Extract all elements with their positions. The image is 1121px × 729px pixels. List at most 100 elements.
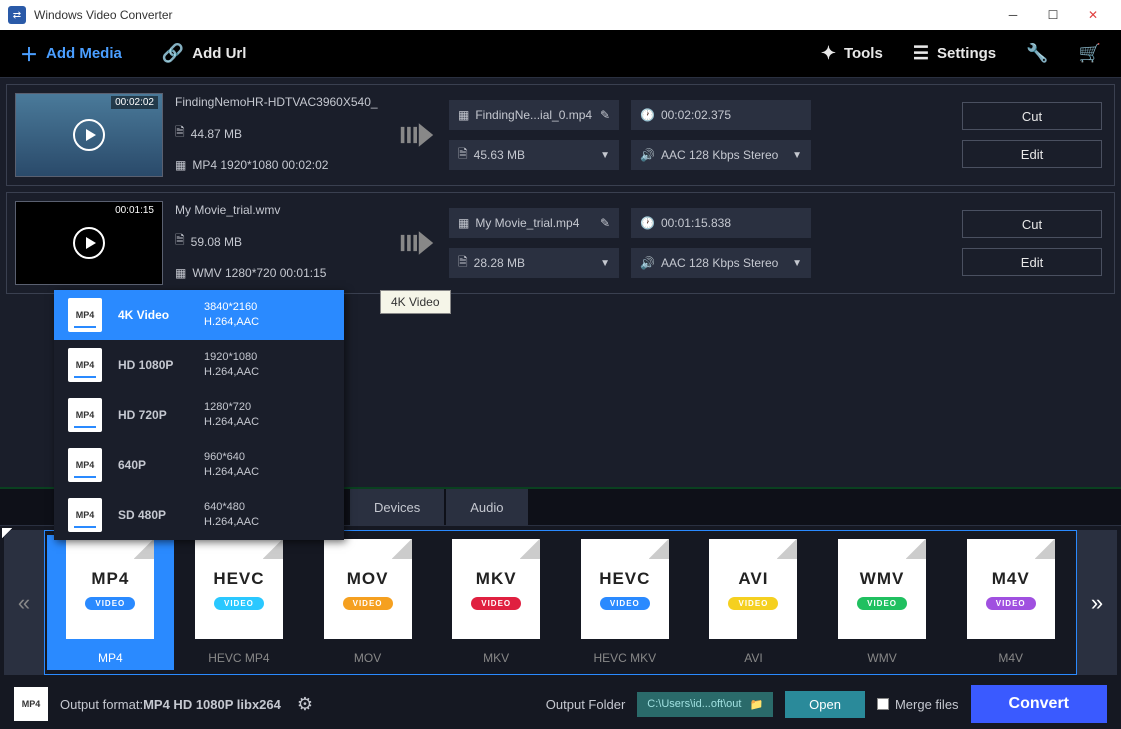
key-button[interactable]: 🔧 (1026, 43, 1048, 64)
format-m4v[interactable]: M4VVIDEOM4V (947, 535, 1074, 670)
format-mp4[interactable]: MP4VIDEOMP4 (47, 535, 174, 670)
out-size: 45.63 MB (474, 148, 525, 162)
arrow-icon (397, 229, 437, 257)
app-icon: ⇄ (8, 6, 26, 24)
output-format-display: Output format:MP4 HD 1080P libx264 (60, 697, 281, 712)
thumbnail[interactable]: 00:02:02 (15, 93, 163, 177)
plus-icon: ＋ (20, 41, 38, 67)
fmt-label: MOV (354, 651, 381, 665)
scroll-right-button[interactable]: » (1077, 530, 1117, 675)
merge-label: Merge files (895, 697, 959, 712)
format-mkv[interactable]: MKV VIDEO MKV (433, 535, 560, 670)
preset-item-4k[interactable]: MP4 4K Video 3840*2160H.264,AAC 4K Video (54, 290, 344, 340)
filename: FindingNemoHR-HDTVAC3960X540_ (175, 95, 385, 109)
fmt-label: HEVC MP4 (208, 651, 269, 665)
fmt-badge: VIDEO (986, 597, 1036, 610)
output-folder-path[interactable]: C:\Users\id...oft\out📁 (637, 692, 773, 717)
main-toolbar: ＋ Add Media 🔗 Add Url ✦ Tools ☰ Settings… (0, 30, 1121, 78)
gear-icon[interactable]: ⚙ (297, 694, 313, 715)
fmt-badge: VIDEO (600, 597, 650, 610)
preset-codec: H.264,AAC (204, 415, 259, 430)
mp4-icon: MP4 (68, 448, 102, 482)
out-duration: 00:02:02.375 (661, 108, 731, 122)
preset-item-1080p[interactable]: MP4 HD 1080P 1920*1080H.264,AAC (54, 340, 344, 390)
output-size-dropdown[interactable]: 🗎 45.63 MB ▼ (449, 140, 619, 170)
minimize-button[interactable]: ─ (993, 1, 1033, 29)
edit-button[interactable]: Edit (962, 248, 1102, 276)
tools-button[interactable]: ✦ Tools (821, 43, 883, 64)
play-icon[interactable] (73, 119, 105, 151)
out-value: MP4 HD 1080P libx264 (143, 697, 281, 712)
format-mov[interactable]: MOVVIDEOMOV (304, 535, 431, 670)
fmt-badge: VIDEO (728, 597, 778, 610)
open-folder-button[interactable]: Open (785, 691, 865, 718)
out-audio: AAC 128 Kbps Stereo (661, 256, 778, 270)
preset-label: SD 480P (118, 508, 188, 522)
filesize: 44.87 MB (191, 127, 242, 141)
caret-down-icon: ▼ (600, 150, 610, 161)
output-duration-field[interactable]: 🕐00:01:15.838 (631, 208, 811, 238)
out-name: My Movie_trial.mp4 (475, 216, 579, 230)
file-icon: 🗎 (458, 145, 468, 166)
cut-button[interactable]: Cut (962, 210, 1102, 238)
settings-button[interactable]: ☰ Settings (913, 43, 996, 64)
output-audio-dropdown[interactable]: 🔊AAC 128 Kbps Stereo▼ (631, 248, 811, 278)
format-hevc-mkv[interactable]: HEVC VIDEO HEVC MKV (562, 535, 689, 670)
output-size-dropdown[interactable]: 🗎28.28 MB▼ (449, 248, 619, 278)
maximize-button[interactable]: ☐ (1033, 1, 1073, 29)
cut-button[interactable]: Cut (962, 102, 1102, 130)
fmt-label: MKV (483, 651, 509, 665)
format-avi[interactable]: AVIVIDEOAVI (690, 535, 817, 670)
cart-button[interactable]: 🛒 (1079, 43, 1101, 64)
filename: My Movie_trial.wmv (175, 203, 385, 217)
caret-down-icon: ▼ (792, 150, 802, 161)
specs: WMV 1280*720 00:01:15 (192, 266, 326, 280)
output-name-field[interactable]: ▦My Movie_trial.mp4✎ (449, 208, 619, 238)
fmt-code: MKV (476, 569, 517, 589)
fmt-badge: VIDEO (471, 597, 521, 610)
link-icon: 🔗 (162, 43, 184, 64)
thumbnail[interactable]: 00:01:15 (15, 201, 163, 285)
fmt-code: WMV (860, 569, 905, 589)
convert-button[interactable]: Convert (971, 685, 1107, 723)
preset-item-640p[interactable]: MP4 640P 960*640H.264,AAC (54, 440, 344, 490)
mp4-icon: MP4 (68, 348, 102, 382)
fmt-code: AVI (738, 569, 768, 589)
star-icon: ✦ (821, 43, 836, 64)
play-icon[interactable] (73, 227, 105, 259)
pencil-icon[interactable]: ✎ (600, 108, 610, 122)
tab-audio[interactable]: Audio (446, 489, 527, 525)
output-duration-field[interactable]: 🕐 00:02:02.375 (631, 100, 811, 130)
add-url-button[interactable]: 🔗 Add Url (162, 43, 247, 64)
preset-res: 1280*720 (204, 400, 259, 415)
tab-devices[interactable]: Devices (350, 489, 444, 525)
format-wmv[interactable]: WMVVIDEOWMV (819, 535, 946, 670)
preset-res: 3840*2160 (204, 300, 259, 315)
mp4-icon: MP4 (68, 298, 102, 332)
audio-icon: 🔊 (640, 148, 655, 162)
pencil-icon[interactable]: ✎ (600, 216, 610, 230)
merge-files-checkbox[interactable]: Merge files (877, 697, 959, 712)
fmt-code: HEVC (599, 569, 650, 589)
clock-icon: 🕐 (640, 108, 655, 122)
fmt-label: HEVC MKV (593, 651, 656, 665)
out-name: FindingNe...ial_0.mp4 (475, 108, 592, 122)
add-media-button[interactable]: ＋ Add Media (20, 41, 122, 67)
filesize: 59.08 MB (191, 235, 242, 249)
preset-item-720p[interactable]: MP4 HD 720P 1280*720H.264,AAC (54, 390, 344, 440)
close-button[interactable]: ✕ (1073, 1, 1113, 29)
output-audio-dropdown[interactable]: 🔊AAC 128 Kbps Stereo▼ (631, 140, 811, 170)
settings-label: Settings (937, 45, 996, 62)
file-icon: 🗎 (175, 231, 185, 252)
preset-codec: H.264,AAC (204, 365, 259, 380)
format-hevc-mp4[interactable]: HEVCVIDEOHEVC MP4 (176, 535, 303, 670)
output-name-field[interactable]: ▦FindingNe...ial_0.mp4✎ (449, 100, 619, 130)
preset-codec: H.264,AAC (204, 515, 259, 530)
preset-label: 640P (118, 458, 188, 472)
preset-res: 640*480 (204, 500, 259, 515)
fmt-label: MP4 (98, 651, 123, 665)
preset-item-480p[interactable]: MP4 SD 480P 640*480H.264,AAC (54, 490, 344, 540)
edit-button[interactable]: Edit (962, 140, 1102, 168)
folder-icon[interactable]: 📁 (749, 698, 763, 711)
scroll-left-button[interactable]: « (4, 530, 44, 675)
